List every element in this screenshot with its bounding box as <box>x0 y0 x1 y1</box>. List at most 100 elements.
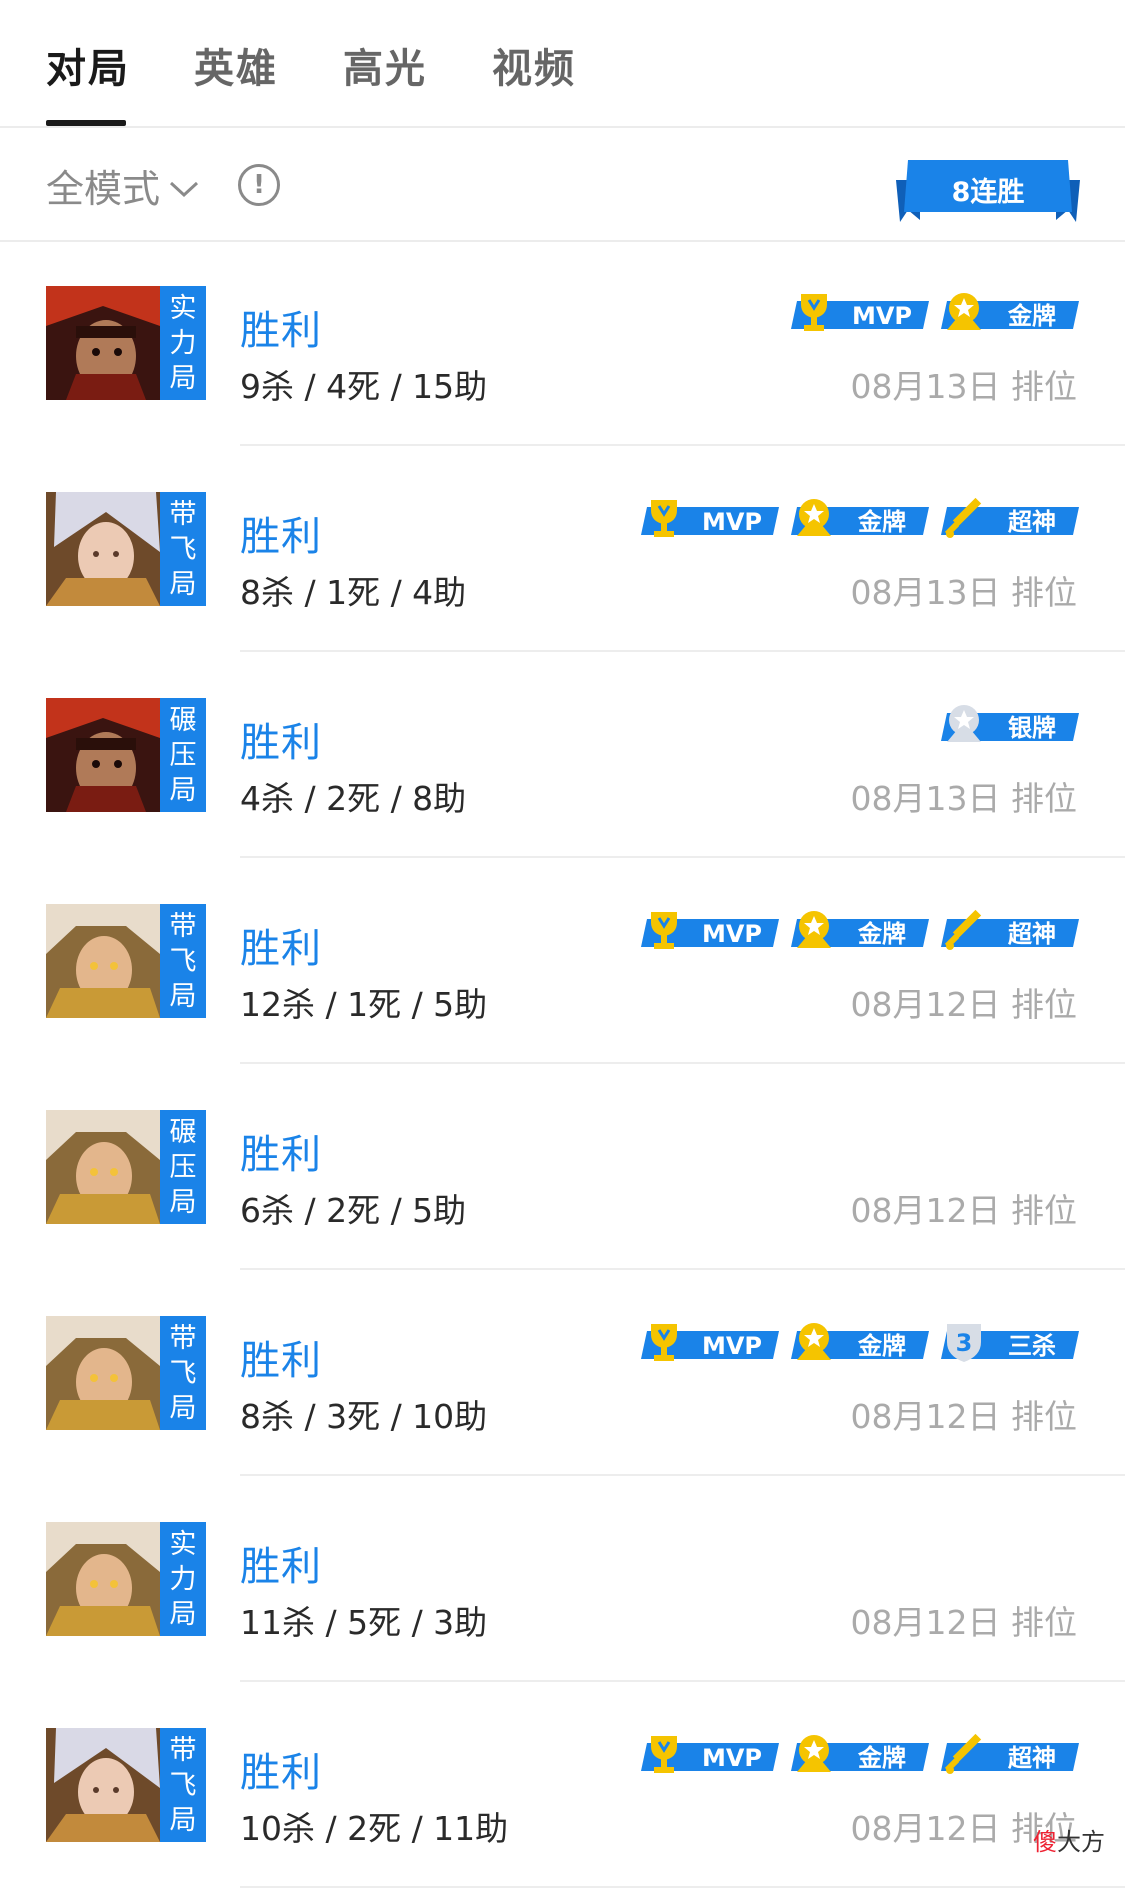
hero-avatar[interactable] <box>46 1110 160 1224</box>
badge-label: 金牌 <box>1008 302 1056 330</box>
match-row[interactable]: 带 飞 局 胜利 8杀 / 3死 / 10助 MVP 金牌 3 三杀 08月12… <box>0 1270 1125 1476</box>
legend-badge: 超神 <box>941 496 1079 540</box>
silver-badge: 银牌 <box>941 702 1079 746</box>
match-kda: 4杀 / 2死 / 8助 <box>240 779 467 818</box>
match-date: 08月13日 排位 <box>850 367 1077 406</box>
mvp-badge: MVP <box>641 1732 779 1776</box>
match-row[interactable]: 实 力 局 胜利 11杀 / 5死 / 3助 08月12日 排位 <box>0 1476 1125 1682</box>
badge-label: 银牌 <box>1008 714 1056 742</box>
match-kda: 10杀 / 2死 / 11助 <box>240 1809 509 1848</box>
match-result: 胜利 <box>240 1544 322 1590</box>
gold-badge: 金牌 <box>791 908 929 952</box>
badge-group: MVP 金牌 超神 <box>641 496 1079 540</box>
badge-group: MVP 金牌 <box>791 290 1079 334</box>
tab-highlights[interactable]: 高光 <box>343 36 427 94</box>
mvp-badge: MVP <box>641 1320 779 1364</box>
badge-label: 金牌 <box>858 508 906 536</box>
badge-label: MVP <box>851 302 913 330</box>
gold-icon <box>941 290 987 334</box>
match-kda: 12杀 / 1死 / 5助 <box>240 985 488 1024</box>
match-date: 08月12日 排位 <box>850 1191 1077 1230</box>
hero-avatar[interactable] <box>46 492 160 606</box>
mvp-badge: MVP <box>791 290 929 334</box>
match-type-tag: 碾 压 局 <box>160 1110 206 1224</box>
mvp-icon <box>641 496 687 540</box>
mvp-badge: MVP <box>641 496 779 540</box>
match-result: 胜利 <box>240 720 322 766</box>
badge-label: 超神 <box>1008 508 1056 536</box>
win-streak-ribbon: 8连胜 <box>896 150 1080 224</box>
match-date: 08月12日 排位 <box>850 1397 1077 1436</box>
tab-matches[interactable]: 对局 <box>46 36 130 94</box>
hero-avatar[interactable] <box>46 1522 160 1636</box>
hero-avatar[interactable] <box>46 904 160 1018</box>
match-type-tag: 碾 压 局 <box>160 698 206 812</box>
match-row[interactable]: 碾 压 局 胜利 6杀 / 2死 / 5助 08月12日 排位 <box>0 1064 1125 1270</box>
match-kda: 8杀 / 3死 / 10助 <box>240 1397 488 1436</box>
match-row[interactable]: 实 力 局 胜利 9杀 / 4死 / 15助 MVP 金牌 08月13日 排位 <box>0 240 1125 446</box>
match-date: 08月13日 排位 <box>850 573 1077 612</box>
match-row[interactable]: 带 飞 局 胜利 12杀 / 1死 / 5助 MVP 金牌 超神 08月12日 … <box>0 858 1125 1064</box>
match-date: 08月13日 排位 <box>850 779 1077 818</box>
badge-label: MVP <box>701 1744 763 1772</box>
hero-avatar[interactable] <box>46 286 160 400</box>
gold-icon <box>791 1320 837 1364</box>
match-kda: 9杀 / 4死 / 15助 <box>240 367 488 406</box>
svg-text:3: 3 <box>956 1329 973 1357</box>
match-result: 胜利 <box>240 926 322 972</box>
match-result: 胜利 <box>240 514 322 560</box>
match-result: 胜利 <box>240 1132 322 1178</box>
legend-icon <box>941 496 987 540</box>
hero-avatar[interactable] <box>46 1316 160 1430</box>
legend-badge: 超神 <box>941 908 1079 952</box>
badge-label: MVP <box>701 508 763 536</box>
hero-avatar[interactable] <box>46 698 160 812</box>
match-kda: 8杀 / 1死 / 4助 <box>240 573 467 612</box>
mode-dropdown[interactable]: 全模式 <box>46 158 200 213</box>
badge-label: 超神 <box>1008 920 1056 948</box>
badge-group: MVP 金牌 超神 <box>641 908 1079 952</box>
match-row[interactable]: 带 飞 局 胜利 10杀 / 2死 / 11助 MVP 金牌 超神 08月12日… <box>0 1682 1125 1888</box>
badge-label: 金牌 <box>858 1332 906 1360</box>
match-type-tag: 带 飞 局 <box>160 1728 206 1842</box>
mvp-icon <box>641 908 687 952</box>
match-type-tag: 实 力 局 <box>160 286 206 400</box>
badge-group: 银牌 <box>941 702 1079 746</box>
active-tab-indicator <box>46 120 126 126</box>
gold-icon <box>791 496 837 540</box>
match-type-tag: 带 飞 局 <box>160 1316 206 1430</box>
gold-badge: 金牌 <box>791 496 929 540</box>
mvp-icon <box>791 290 837 334</box>
badge-label: 金牌 <box>858 1744 906 1772</box>
match-result: 胜利 <box>240 1750 322 1796</box>
match-type-tag: 实 力 局 <box>160 1522 206 1636</box>
win-streak-label: 8连胜 <box>951 177 1025 208</box>
match-date: 08月12日 排位 <box>850 1603 1077 1642</box>
gold-icon <box>791 1732 837 1776</box>
tab-videos[interactable]: 视频 <box>492 36 576 94</box>
gold-icon <box>791 908 837 952</box>
mvp-icon <box>641 1320 687 1364</box>
top-tab-bar: 对局 英雄 高光 视频 <box>0 0 1125 128</box>
tab-heroes[interactable]: 英雄 <box>194 36 278 94</box>
gold-badge: 金牌 <box>941 290 1079 334</box>
gold-badge: 金牌 <box>791 1732 929 1776</box>
match-kda: 6杀 / 2死 / 5助 <box>240 1191 467 1230</box>
match-result: 胜利 <box>240 308 322 354</box>
badge-group: MVP 金牌 超神 <box>641 1732 1079 1776</box>
hero-avatar[interactable] <box>46 1728 160 1842</box>
badge-label: 金牌 <box>858 920 906 948</box>
badge-label: MVP <box>701 1332 763 1360</box>
triple-badge: 3 三杀 <box>941 1320 1079 1364</box>
match-row[interactable]: 带 飞 局 胜利 8杀 / 1死 / 4助 MVP 金牌 超神 08月13日 排… <box>0 446 1125 652</box>
legend-badge: 超神 <box>941 1732 1079 1776</box>
match-row[interactable]: 碾 压 局 胜利 4杀 / 2死 / 8助 银牌 08月13日 排位 <box>0 652 1125 858</box>
match-kda: 11杀 / 5死 / 3助 <box>240 1603 488 1642</box>
mode-dropdown-label: 全模式 <box>46 167 161 211</box>
match-result: 胜利 <box>240 1338 322 1384</box>
match-date: 08月12日 排位 <box>850 985 1077 1024</box>
info-icon[interactable]: ! <box>238 164 280 206</box>
match-type-tag: 带 飞 局 <box>160 904 206 1018</box>
filter-bar: 全模式 ! 8连胜 <box>0 128 1125 242</box>
badge-group: MVP 金牌 3 三杀 <box>641 1320 1079 1364</box>
